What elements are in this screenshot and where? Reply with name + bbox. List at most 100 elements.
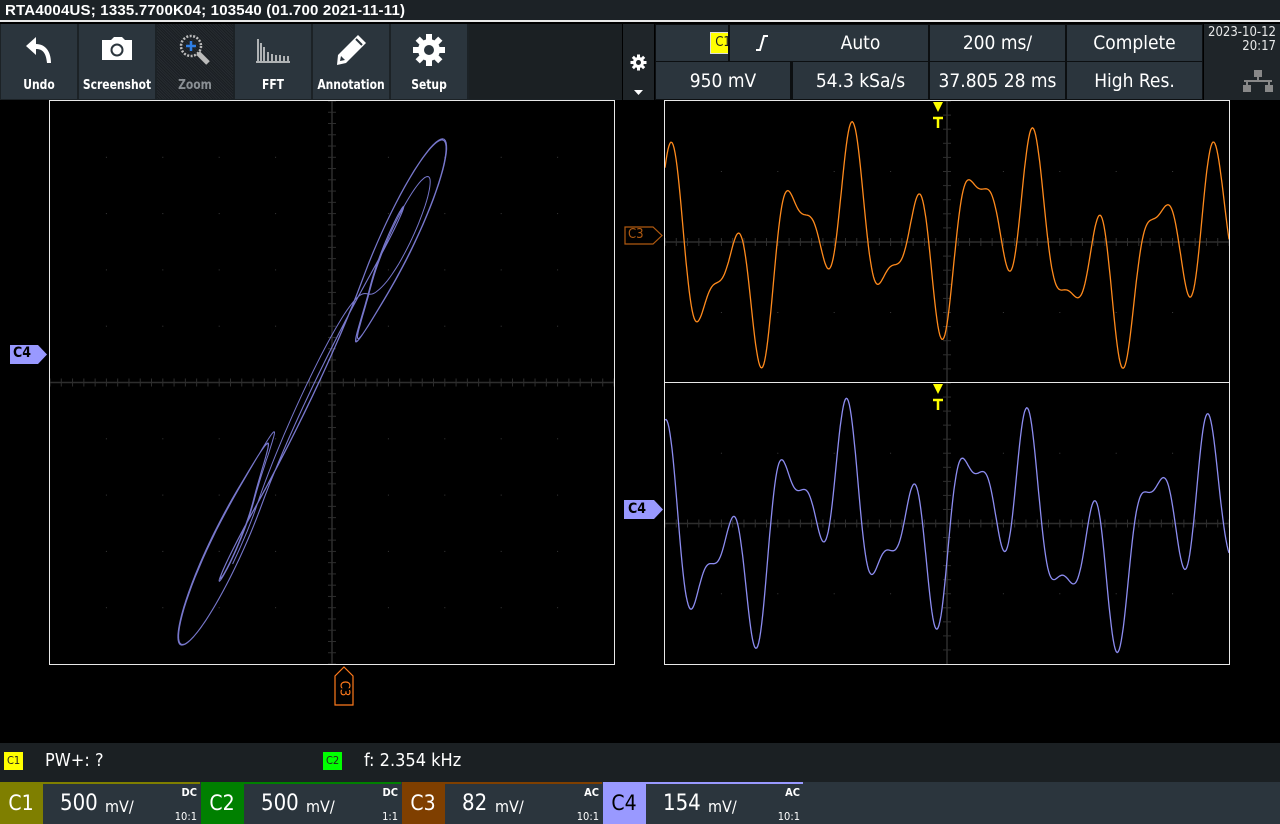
- trigger-slope[interactable]: [728, 25, 793, 61]
- zoom-button[interactable]: Zoom: [157, 24, 233, 99]
- grid-dot: [444, 494, 446, 496]
- channel-probe-ratio: 1:1: [382, 810, 398, 823]
- grid-dot: [275, 269, 277, 271]
- channel-scale-box: 82 mV/AC 10:1: [445, 784, 602, 824]
- grid-dot: [777, 593, 779, 595]
- toolbar: Undo Screenshot Zoom FFT Annotation Setu…: [0, 24, 622, 100]
- grid-dot: [557, 325, 559, 327]
- sample-rate[interactable]: 54.3 kSa/s: [793, 62, 928, 99]
- fft-button[interactable]: FFT: [235, 24, 311, 99]
- grid-dot: [833, 452, 835, 454]
- graticule: [50, 101, 614, 664]
- trigger-level[interactable]: 950 mV: [656, 62, 790, 99]
- grid-dot: [105, 550, 107, 552]
- c3-offset-marker[interactable]: C3: [624, 226, 664, 245]
- channel-c3-settings[interactable]: C3 82 mV/AC 10:1: [402, 782, 602, 824]
- acquisition-status[interactable]: Complete: [1067, 25, 1202, 61]
- grid-dot: [162, 607, 164, 609]
- grid-dot: [162, 550, 164, 552]
- measurement-bar: C1 PW+: ? C2 f: 2.354 kHz: [0, 743, 1280, 782]
- channel-name: C2: [209, 791, 235, 815]
- channel-scale-value: 82: [462, 791, 488, 816]
- channel-c4-settings[interactable]: C4 154 mV/AC 10:1: [603, 782, 803, 824]
- grid-dot: [557, 156, 559, 158]
- grid-dot: [1115, 593, 1117, 595]
- grid-dot: [105, 156, 107, 158]
- annotation-button[interactable]: Annotation: [313, 24, 389, 99]
- fft-icon: [256, 39, 290, 63]
- date: 2023-10-12: [1208, 25, 1276, 40]
- grid-dot: [1172, 452, 1174, 454]
- channel-c1-settings[interactable]: C1 500 mV/DC 10:1: [0, 782, 200, 824]
- trigger-mode[interactable]: Auto: [793, 25, 928, 61]
- horizontal-position[interactable]: 37.805 28 ms: [930, 62, 1065, 99]
- grid-dot: [218, 607, 220, 609]
- grid-dot: [387, 607, 389, 609]
- timebase[interactable]: 200 ms/: [930, 25, 1065, 61]
- grid-dot: [557, 494, 559, 496]
- grid-dot: [218, 269, 220, 271]
- grid-dot: [833, 312, 835, 313]
- settings-menu-button[interactable]: [623, 24, 654, 100]
- grid-dot: [162, 156, 164, 158]
- measurement-1-source: C1: [4, 752, 24, 770]
- grid-dot: [387, 325, 389, 327]
- xy-y-channel-label: C4: [13, 345, 32, 361]
- grid-dot: [1115, 171, 1117, 172]
- channel-scale-unit: mV/: [708, 797, 737, 816]
- small-gear-icon: [630, 54, 647, 71]
- xy-diagram[interactable]: [49, 100, 615, 665]
- c4-offset-marker[interactable]: C4: [624, 500, 664, 519]
- grid-dot: [105, 269, 107, 271]
- grid-dot: [720, 312, 722, 313]
- grid-dot: [444, 213, 446, 215]
- title-bar: RTA4004US; 1335.7700K04; 103540 (01.700 …: [0, 0, 1280, 22]
- grid-dot: [720, 452, 722, 454]
- grid-dot: [275, 438, 277, 440]
- channel-name: C4: [611, 791, 637, 815]
- dropdown-arrow-icon: [634, 90, 643, 95]
- grid-dot: [275, 607, 277, 609]
- grid-dot: [500, 438, 502, 440]
- trigger-position-marker-bottom[interactable]: [931, 383, 945, 411]
- camera-icon: [102, 37, 132, 60]
- waveform-c3-plot: [665, 101, 1229, 383]
- channel-coupling: AC: [785, 786, 800, 799]
- waveform-c4-view[interactable]: [664, 382, 1230, 665]
- channel-c2-settings[interactable]: C2 500 mV/DC 1:1: [201, 782, 401, 824]
- grid-dot: [557, 438, 559, 440]
- channel-coupling: DC: [181, 786, 197, 799]
- grid-dot: [387, 156, 389, 158]
- measurement-1-value[interactable]: PW+: ?: [45, 750, 104, 771]
- waveform-c3-view[interactable]: [664, 100, 1230, 383]
- grid-dot: [500, 156, 502, 158]
- waveform-c4-plot: [665, 383, 1229, 664]
- xy-x-channel-marker[interactable]: C3: [334, 666, 354, 706]
- screenshot-button[interactable]: Screenshot: [79, 24, 155, 99]
- fft-label: FFT: [261, 78, 285, 93]
- grid-dot: [833, 593, 835, 595]
- grid-dot: [1002, 312, 1004, 313]
- datetime-box: 2023-10-12 20:17: [1204, 24, 1280, 100]
- grid-dot: [444, 438, 446, 440]
- xy-y-channel-marker[interactable]: C4: [10, 345, 48, 364]
- xy-plot: [50, 101, 614, 664]
- pencil-icon: [337, 35, 366, 65]
- channel-probe-ratio: 10:1: [174, 810, 197, 823]
- grid-dot: [890, 452, 892, 454]
- trigger-marker-icon: [933, 102, 943, 128]
- measurement-2-value[interactable]: f: 2.354 kHz: [364, 750, 461, 771]
- channel-scale-value: 500: [261, 791, 299, 816]
- zoom-icon: [179, 34, 210, 65]
- channel-coupling: AC: [584, 786, 599, 799]
- undo-button[interactable]: Undo: [1, 24, 77, 99]
- grid-dot: [1115, 312, 1117, 313]
- acquisition-mode[interactable]: High Res.: [1067, 62, 1202, 99]
- setup-button[interactable]: Setup: [391, 24, 467, 99]
- undo-icon: [26, 37, 51, 63]
- grid-dot: [105, 607, 107, 609]
- grid-dot: [105, 213, 107, 215]
- grid-dot: [890, 312, 892, 313]
- grid-dot: [1059, 452, 1061, 454]
- trigger-position-marker-top[interactable]: [931, 101, 945, 129]
